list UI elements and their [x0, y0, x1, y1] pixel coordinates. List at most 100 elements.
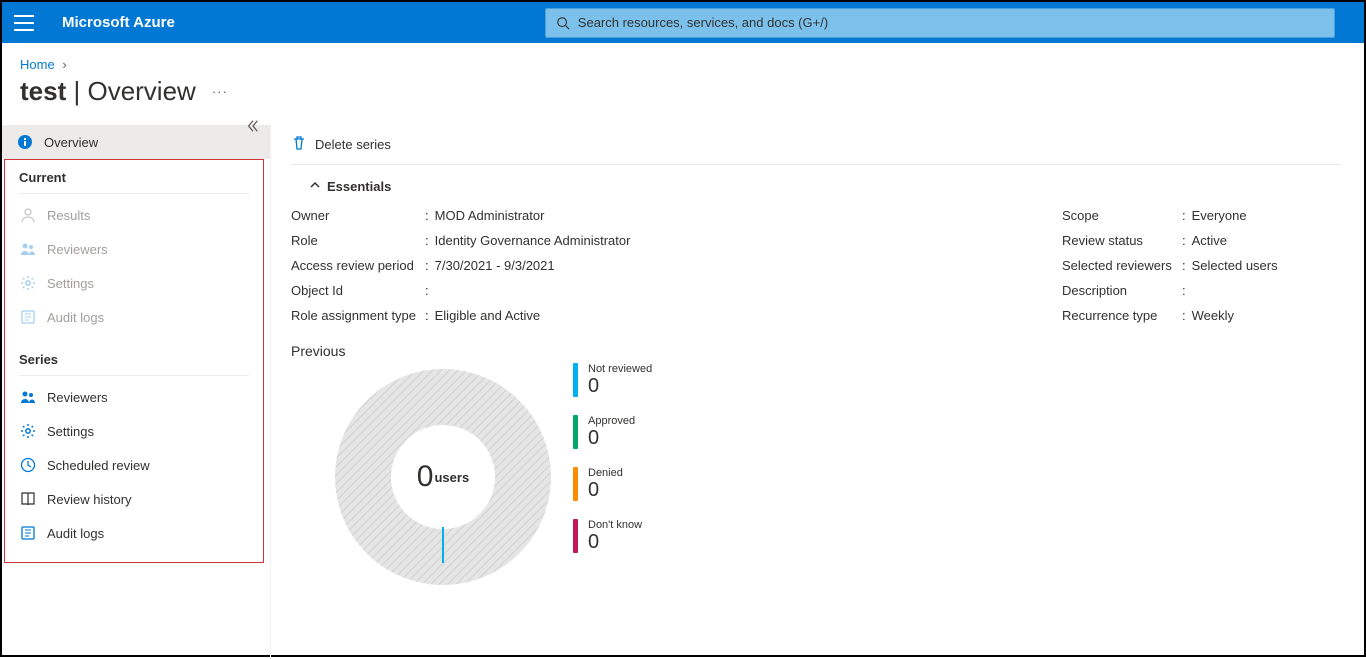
assignment-type-label: Role assignment type — [291, 308, 425, 323]
legend-value: 0 — [588, 531, 642, 553]
legend-value: 0 — [588, 479, 623, 501]
sidebar-item-results[interactable]: Results — [5, 198, 263, 232]
period-label: Access review period — [291, 258, 425, 273]
breadcrumb-home[interactable]: Home — [20, 57, 55, 72]
review-status-value: Active — [1192, 233, 1227, 248]
legend-label: Not reviewed — [588, 363, 652, 375]
legend-item: Approved0 — [573, 415, 652, 449]
legend-item: Denied0 — [573, 467, 652, 501]
donut-chart: 0users — [333, 367, 553, 587]
page-title-row: test | Overview ··· — [2, 72, 1364, 125]
chevron-right-icon: › — [62, 57, 66, 72]
sidebar-item-series-reviewers[interactable]: Reviewers — [5, 380, 263, 414]
more-actions-button[interactable]: ··· — [212, 84, 228, 99]
legend-color-bar — [573, 415, 578, 449]
sidebar-group-series: Series — [5, 342, 263, 371]
recurrence-value: Weekly — [1192, 308, 1234, 323]
sidebar-item-settings[interactable]: Settings — [5, 266, 263, 300]
clock-icon — [19, 456, 37, 474]
essentials-panel: Owner:MOD Administrator Role:Identity Go… — [291, 208, 1342, 333]
sidebar-item-label: Audit logs — [47, 526, 104, 541]
command-bar: Delete series — [291, 125, 1342, 165]
gear-icon — [19, 422, 37, 440]
brand-label: Microsoft Azure — [62, 14, 175, 31]
global-search-input[interactable] — [578, 15, 1324, 30]
divider — [19, 375, 249, 376]
sidebar-item-label: Settings — [47, 424, 94, 439]
role-value: Identity Governance Administrator — [435, 233, 631, 248]
sidebar-item-series-settings[interactable]: Settings — [5, 414, 263, 448]
sidebar-group-current: Current — [5, 160, 263, 189]
legend-color-bar — [573, 467, 578, 501]
sidebar: Overview Current Results Reviewers Setti… — [2, 125, 270, 659]
legend-color-bar — [573, 519, 578, 553]
delete-series-button[interactable]: Delete series — [291, 135, 391, 154]
main-content: Delete series Essentials Owner:MOD Admin… — [270, 125, 1364, 659]
legend-text: Not reviewed0 — [588, 363, 652, 397]
legend-label: Denied — [588, 467, 623, 479]
sidebar-item-series-audit-logs[interactable]: Audit logs — [5, 516, 263, 550]
global-search[interactable] — [545, 8, 1335, 38]
trash-icon — [291, 135, 307, 154]
sidebar-item-label: Reviewers — [47, 242, 108, 257]
sidebar-item-audit-logs[interactable]: Audit logs — [5, 300, 263, 334]
legend-label: Don't know — [588, 519, 642, 531]
sidebar-item-overview[interactable]: Overview — [2, 125, 270, 159]
selected-reviewers-label: Selected reviewers — [1062, 258, 1182, 273]
chevron-double-left-icon — [246, 119, 260, 133]
legend-text: Denied0 — [588, 467, 623, 501]
legend-value: 0 — [588, 375, 652, 397]
donut-center: 0users — [333, 367, 553, 587]
sidebar-item-reviewers[interactable]: Reviewers — [5, 232, 263, 266]
legend-value: 0 — [588, 427, 635, 449]
sidebar-item-label: Results — [47, 208, 90, 223]
selected-reviewers-value: Selected users — [1192, 258, 1278, 273]
object-id-label: Object Id — [291, 283, 425, 298]
previous-title: Previous — [291, 343, 1342, 367]
assignment-type-value: Eligible and Active — [435, 308, 541, 323]
donut-center-unit: users — [434, 470, 469, 485]
log-icon — [19, 524, 37, 542]
sidebar-item-label: Scheduled review — [47, 458, 150, 473]
scope-label: Scope — [1062, 208, 1182, 223]
role-label: Role — [291, 233, 425, 248]
previous-section: Previous 0users — [291, 343, 1342, 587]
divider — [19, 193, 249, 194]
chevron-up-icon — [309, 179, 321, 194]
chart-legend: Not reviewed0Approved0Denied0Don't know0 — [573, 363, 652, 571]
review-status-label: Review status — [1062, 233, 1182, 248]
sidebar-item-scheduled-review[interactable]: Scheduled review — [5, 448, 263, 482]
top-bar: Microsoft Azure — [2, 2, 1364, 43]
legend-color-bar — [573, 363, 578, 397]
recurrence-label: Recurrence type — [1062, 308, 1182, 323]
search-icon — [556, 16, 570, 30]
gear-icon — [19, 274, 37, 292]
log-icon — [19, 308, 37, 326]
period-value: 7/30/2021 - 9/3/2021 — [435, 258, 555, 273]
collapse-sidebar-button[interactable] — [246, 119, 260, 136]
info-icon — [16, 133, 34, 151]
legend-text: Don't know0 — [588, 519, 642, 553]
command-label: Delete series — [315, 137, 391, 152]
legend-item: Don't know0 — [573, 519, 652, 553]
person-icon — [19, 206, 37, 224]
sidebar-item-label: Overview — [44, 135, 98, 150]
highlighted-nav-box: Current Results Reviewers Settings Audit… — [4, 159, 264, 563]
hamburger-menu-icon[interactable] — [14, 15, 34, 31]
people-icon — [19, 388, 37, 406]
book-icon — [19, 490, 37, 508]
sidebar-item-label: Review history — [47, 492, 132, 507]
legend-label: Approved — [588, 415, 635, 427]
people-icon — [19, 240, 37, 258]
legend-text: Approved0 — [588, 415, 635, 449]
sidebar-item-review-history[interactable]: Review history — [5, 482, 263, 516]
essentials-heading: Essentials — [327, 179, 391, 194]
sidebar-item-label: Reviewers — [47, 390, 108, 405]
breadcrumb: Home › — [2, 43, 1364, 72]
sidebar-item-label: Audit logs — [47, 310, 104, 325]
essentials-toggle[interactable]: Essentials — [309, 179, 1342, 194]
owner-label: Owner — [291, 208, 425, 223]
owner-value: MOD Administrator — [435, 208, 545, 223]
description-label: Description — [1062, 283, 1182, 298]
scope-value: Everyone — [1192, 208, 1247, 223]
